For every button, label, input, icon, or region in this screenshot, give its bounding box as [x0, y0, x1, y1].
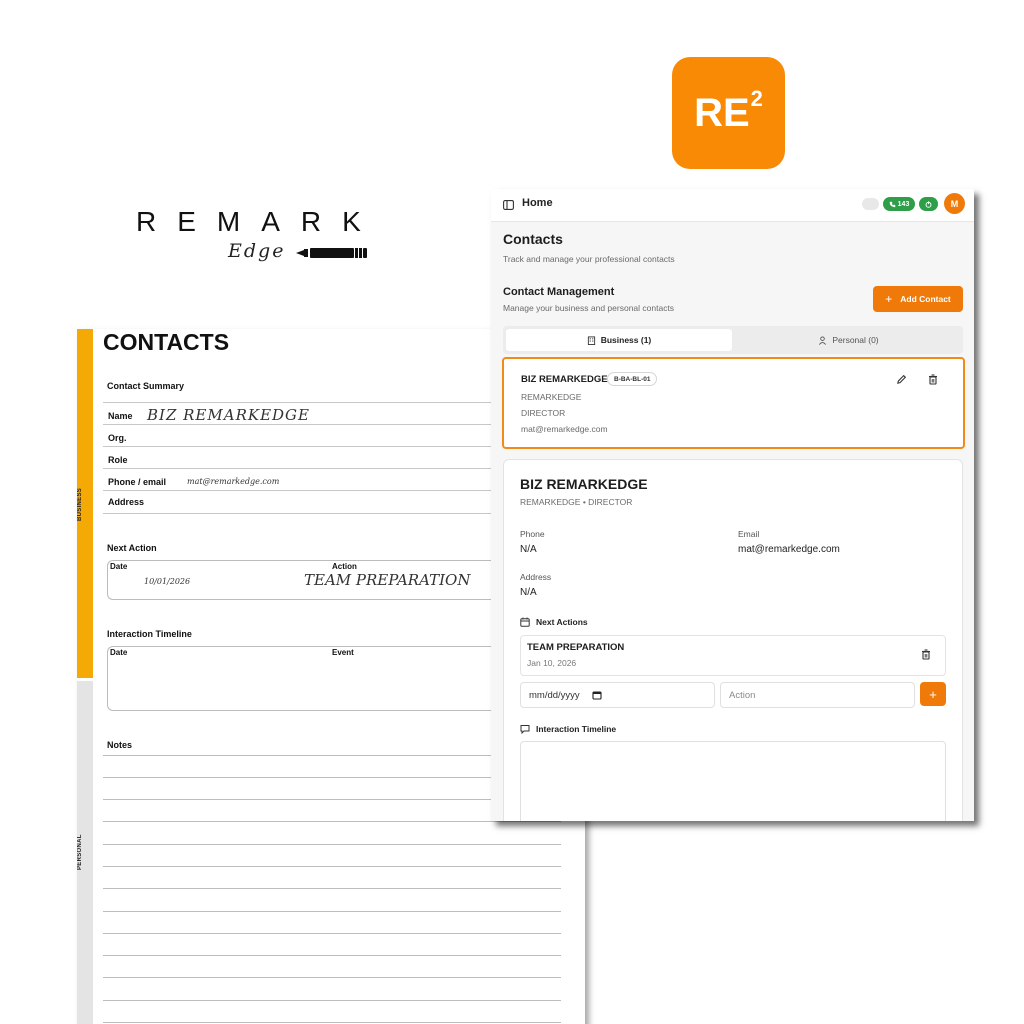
email-label: Email [738, 529, 760, 539]
notes-label: Notes [107, 740, 133, 750]
contact-card-selected[interactable]: BIZ REMARKEDGE B-BA-BL-01 REMARKEDGE DIR… [502, 357, 965, 449]
note-line [103, 933, 561, 934]
contact-detail-panel: BIZ REMARKEDGE REMARKEDGE • DIRECTOR Pho… [503, 459, 963, 821]
business-tab-label: BUSINESS [77, 487, 83, 521]
email-value: mat@remarkedge.com [738, 544, 840, 555]
add-action-button[interactable]: + [920, 682, 946, 706]
section-title: Contact Management [503, 286, 615, 298]
note-line [103, 1000, 561, 1001]
note-line [103, 911, 561, 912]
power-icon [925, 200, 932, 208]
calendar-icon [520, 617, 530, 627]
personal-tab-label: PERSONAL [77, 834, 83, 870]
action-title: TEAM PREPARATION [527, 642, 625, 653]
trash-icon[interactable] [928, 374, 938, 385]
credits-badge[interactable]: 143 [883, 197, 915, 211]
sidebar-toggle-icon[interactable] [503, 200, 514, 210]
note-line [103, 821, 561, 822]
person-icon [819, 335, 827, 345]
contacts-app-window: Home 143 M Contacts Track and manage you… [491, 189, 974, 821]
handwritten-email: mat@remarkedge.com [187, 477, 280, 486]
address-label: Address [520, 572, 552, 582]
action-date: Jan 10, 2026 [527, 658, 577, 668]
action-text-input[interactable]: Action [720, 682, 915, 708]
top-bar: Home 143 M [491, 189, 974, 222]
contact-role: DIRECTOR [521, 408, 566, 418]
contact-email: mat@remarkedge.com [521, 424, 608, 434]
tab-personal[interactable]: Personal (0) [737, 329, 960, 351]
contact-name: BIZ REMARKEDGE [521, 374, 608, 385]
edit-pencil-icon[interactable] [896, 374, 907, 385]
interaction-timeline-heading: Interaction Timeline [520, 724, 616, 734]
note-line [103, 866, 561, 867]
brand-script: Edge [228, 240, 286, 262]
user-avatar[interactable]: M [944, 193, 965, 214]
theme-toggle[interactable] [862, 198, 879, 210]
note-line [103, 1022, 561, 1023]
brand-word: REMARK [136, 206, 382, 237]
action-date-input[interactable]: mm/dd/yyyy [520, 682, 715, 708]
calendar-icon[interactable] [592, 690, 602, 700]
page-title: Contacts [503, 231, 563, 247]
address-value: N/A [520, 587, 537, 598]
sync-badge[interactable] [919, 197, 938, 211]
phone-label: Phone [520, 529, 545, 539]
next-actions-heading: Next Actions [520, 617, 588, 627]
trash-icon[interactable] [921, 649, 931, 660]
pen-icon [296, 248, 367, 258]
note-line [103, 844, 561, 845]
building-icon [587, 335, 595, 345]
contact-code-badge: B-BA-BL-01 [607, 372, 658, 386]
remark-edge-logo: REMARK Edge [136, 206, 376, 266]
add-contact-button[interactable]: + Add Contact [873, 286, 963, 312]
re2-logo: RE 2 [672, 57, 785, 169]
section-subtitle: Manage your business and personal contac… [503, 303, 675, 313]
handwritten-date: 10/01/2026 [144, 577, 191, 586]
detail-subtitle: REMARKEDGE • DIRECTOR [520, 497, 633, 507]
handwritten-name: BIZ REMARKEDGE [147, 406, 310, 424]
contact-org: REMARKEDGE [521, 392, 582, 402]
next-action-item: TEAM PREPARATION Jan 10, 2026 [520, 635, 946, 676]
handwritten-action: TEAM PREPARATION [304, 571, 471, 589]
phone-value: N/A [520, 544, 537, 555]
note-line [103, 888, 561, 889]
breadcrumb-home[interactable]: Home [522, 197, 553, 209]
comment-icon [520, 725, 530, 734]
page-title: CONTACTS [103, 329, 230, 355]
plus-icon: + [929, 686, 937, 702]
tab-business[interactable]: Business (1) [506, 329, 732, 351]
note-line [103, 955, 561, 956]
next-action-label: Next Action [107, 543, 157, 553]
timeline-label: Interaction Timeline [107, 629, 192, 639]
contact-type-tabs: Business (1) Personal (0) [503, 326, 963, 354]
phone-icon [889, 201, 895, 207]
plus-icon: + [885, 292, 893, 306]
note-line [103, 977, 561, 978]
page-subtitle: Track and manage your professional conta… [503, 254, 675, 264]
interaction-timeline-input[interactable] [520, 741, 946, 821]
detail-name: BIZ REMARKEDGE [520, 476, 648, 492]
